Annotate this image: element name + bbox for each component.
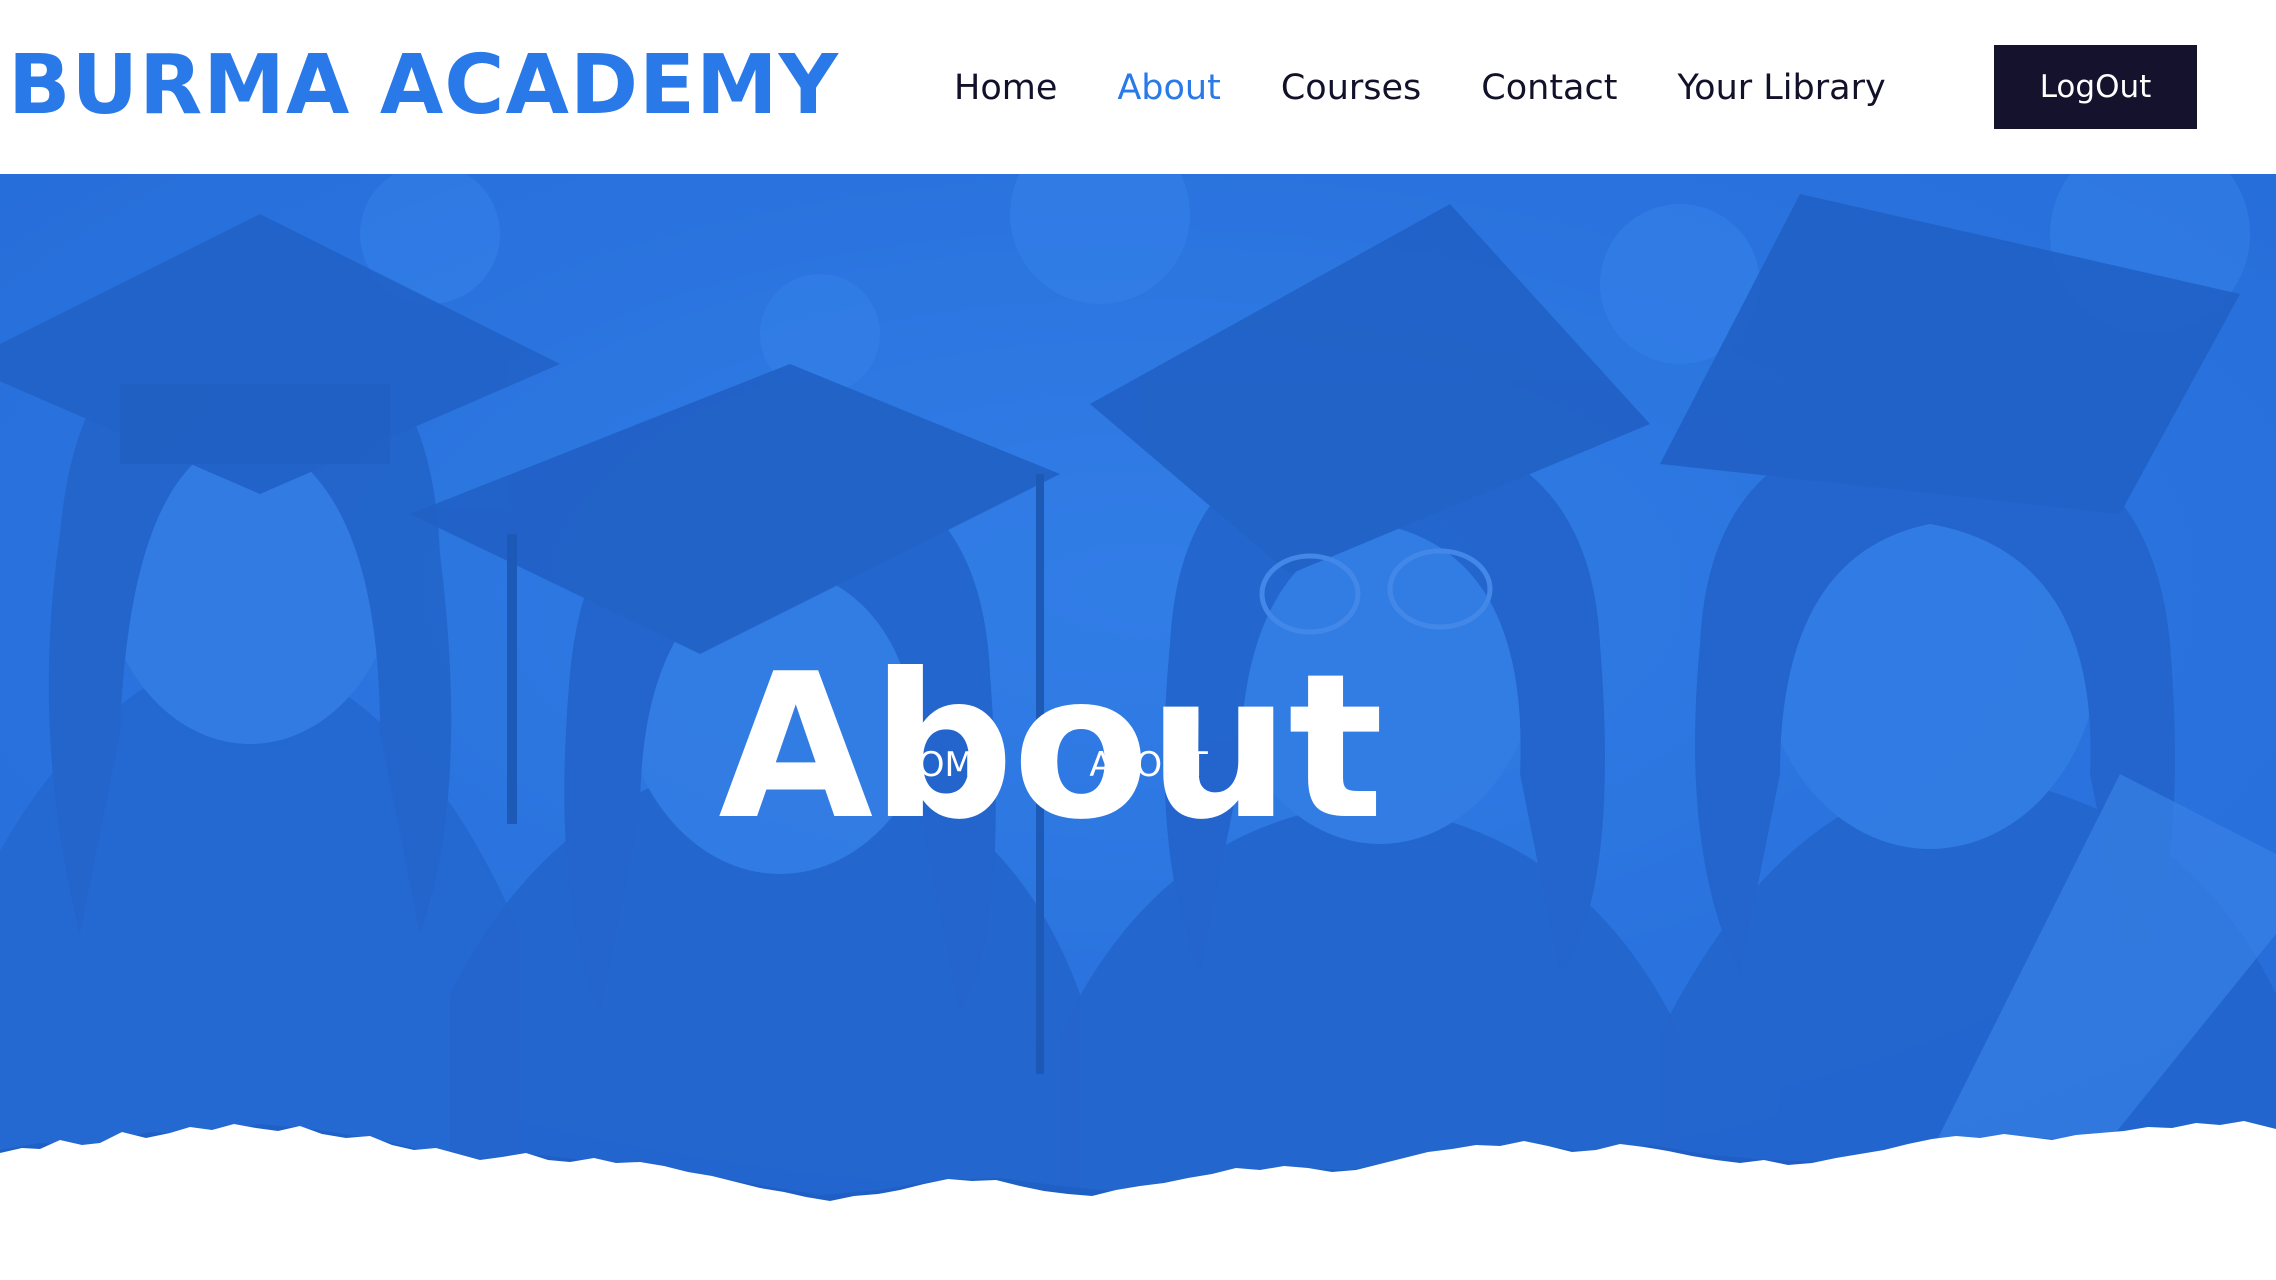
nav-item-your-library[interactable]: Your Library: [1677, 62, 1885, 114]
site-header: BURMA ACADEMY Home About Courses Contact…: [0, 0, 2276, 174]
nav-item-courses[interactable]: Courses: [1281, 62, 1421, 114]
breadcrumb-home-link[interactable]: HOME: [892, 740, 995, 790]
breadcrumb: HOME ABOUT: [0, 740, 2100, 790]
logout-button[interactable]: LogOut: [1994, 45, 2197, 129]
hero-banner: About HOME ABOUT: [0, 174, 2276, 1214]
main-nav: Home About Courses Contact Your Library: [954, 62, 1886, 114]
nav-item-contact[interactable]: Contact: [1481, 62, 1617, 114]
nav-item-about[interactable]: About: [1117, 62, 1220, 114]
double-chevron-right-icon: [1029, 753, 1055, 777]
brand-logo[interactable]: BURMA ACADEMY: [8, 40, 839, 132]
breadcrumb-current: ABOUT: [1089, 745, 1208, 785]
nav-item-home[interactable]: Home: [954, 62, 1057, 114]
page: BURMA ACADEMY Home About Courses Contact…: [0, 0, 2276, 1280]
